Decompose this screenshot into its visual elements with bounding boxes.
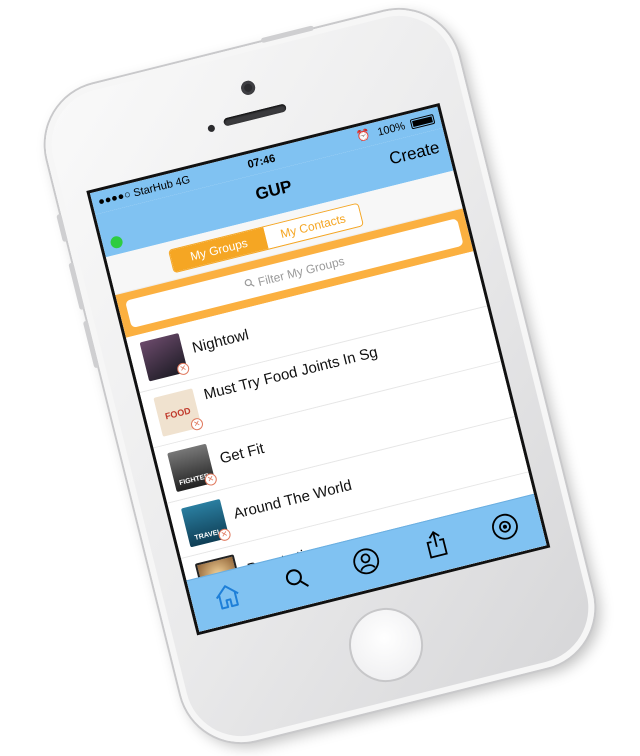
iphone-mockup: ●●●●○ StarHub 4G 07:46 ⏰ 100% GUP Create… bbox=[32, 0, 608, 756]
front-camera bbox=[239, 79, 257, 97]
battery-percent: 100% bbox=[376, 120, 407, 139]
mute-switch bbox=[56, 213, 68, 243]
tab-search[interactable] bbox=[273, 556, 321, 604]
volume-up-button bbox=[68, 262, 85, 311]
phone-body: ●●●●○ StarHub 4G 07:46 ⏰ 100% GUP Create… bbox=[32, 0, 608, 756]
share-icon bbox=[421, 527, 452, 565]
home-icon bbox=[210, 579, 245, 616]
contacts-icon bbox=[349, 544, 384, 583]
tab-share[interactable] bbox=[412, 522, 460, 570]
app-screen: ●●●●○ StarHub 4G 07:46 ⏰ 100% GUP Create… bbox=[86, 102, 551, 636]
search-icon bbox=[281, 562, 314, 598]
volume-down-button bbox=[82, 320, 100, 369]
tab-settings[interactable] bbox=[481, 504, 529, 552]
tab-home[interactable] bbox=[203, 574, 251, 622]
alarm-icon: ⏰ bbox=[355, 128, 372, 144]
search-icon bbox=[241, 270, 257, 300]
tab-contacts[interactable] bbox=[342, 539, 390, 587]
proximity-sensor bbox=[207, 124, 216, 133]
filter-placeholder: Filter My Groups bbox=[256, 253, 346, 289]
home-button[interactable] bbox=[341, 600, 431, 690]
earpiece-speaker bbox=[222, 103, 287, 127]
settings-icon bbox=[488, 509, 523, 548]
battery-icon bbox=[409, 113, 436, 130]
power-button bbox=[260, 25, 315, 44]
clock: 07:46 bbox=[246, 152, 277, 172]
